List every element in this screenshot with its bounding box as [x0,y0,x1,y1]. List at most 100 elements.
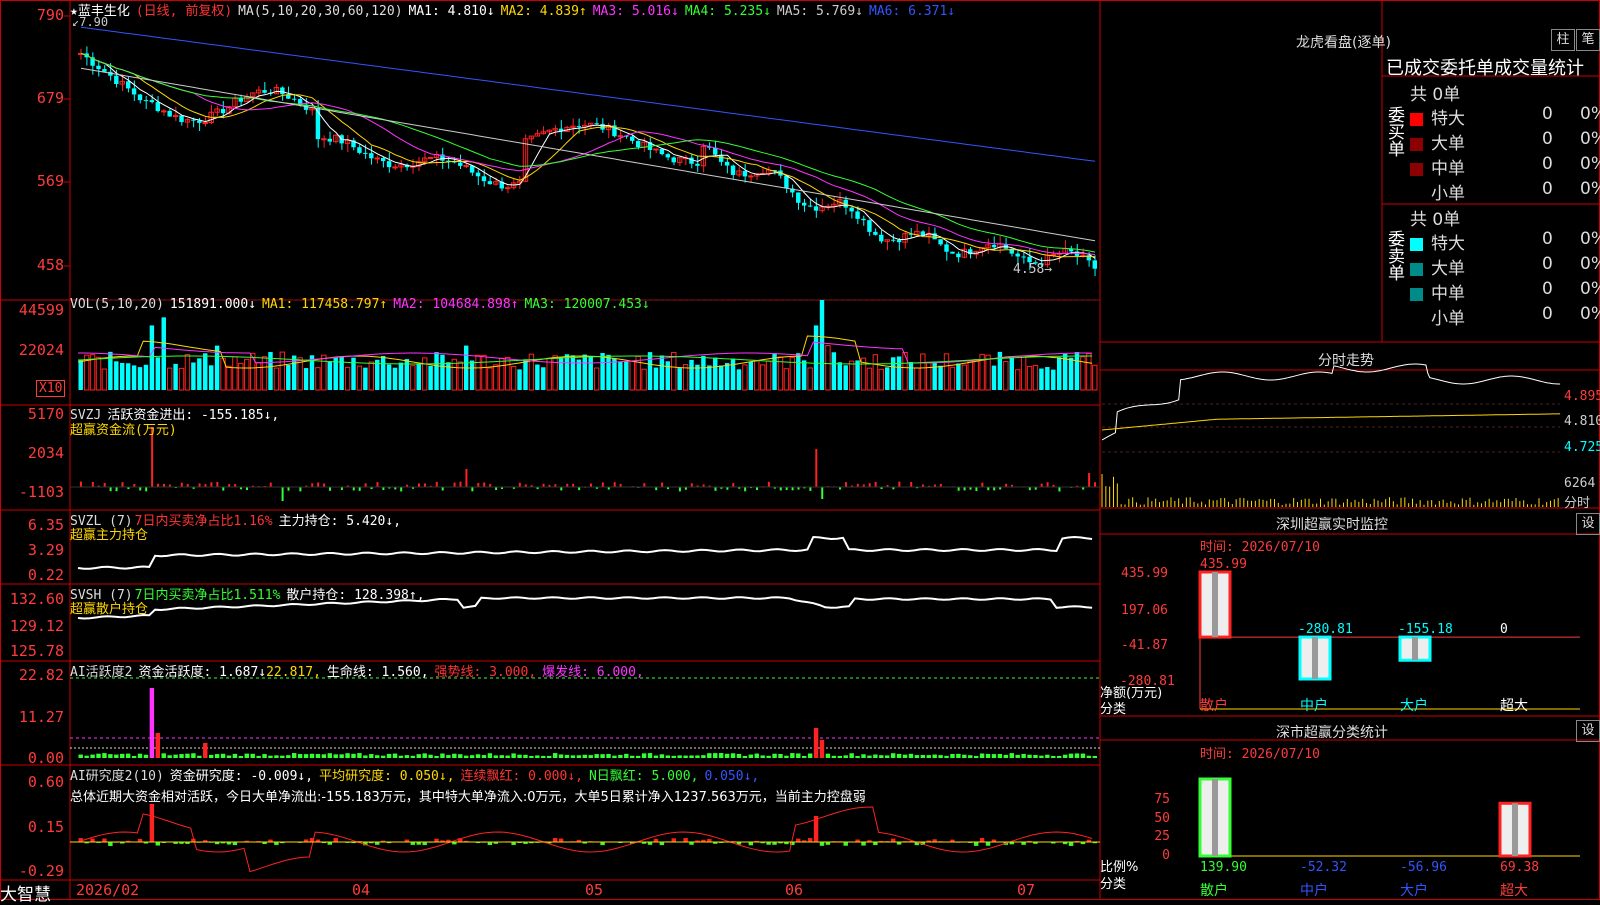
bar-mode-button[interactable]: 柱 [1551,29,1575,51]
research-bar [90,839,94,842]
activity-bar [132,756,136,758]
svzj-tick-1: 5170 [0,405,64,423]
ma-line-5 [81,53,1095,260]
activity-bar [500,755,504,758]
candle-down [879,235,883,242]
ai2-t4: N日飘红: 5.000, [589,769,698,784]
activity-bar [156,733,160,758]
activity-bar [120,754,124,758]
vol-bar-down [434,352,438,390]
lhb-tabs[interactable]: 已成交委托单成交量统计 [1386,54,1584,80]
candle-down [666,154,670,157]
activity-bar [683,756,687,758]
sz-monitor-settings-button[interactable]: 设 [1576,513,1600,535]
fenshi-title: 分时走势 [1318,350,1374,370]
svsh-tick-2: 129.12 [0,617,64,635]
candle-down [280,88,284,95]
buy-row-3: 小单00% [1410,179,1600,204]
class-value-大户: -56.96 [1400,860,1447,875]
candle-down [660,149,664,154]
activity-bar [357,753,361,758]
class-category-散户: 散户 [1200,882,1228,899]
ai2-summary: 总体近期大资金相对活跃，今日大单净流出:-155.183万元，其中特大单净流入:… [70,786,866,805]
activity-bar [672,756,676,758]
candle-up [618,136,622,137]
period-label[interactable]: (日线, 前复权) [136,4,232,19]
vol-bar-down [381,356,385,390]
activity-bar [179,754,183,758]
activity-bar [464,756,468,758]
sz-class-settings-button[interactable]: 设 [1576,720,1600,742]
activity-bar [126,754,130,758]
candle-down [262,90,266,93]
vol-bar-up [1087,354,1091,390]
activity-bar [1039,756,1043,758]
activity-bar [440,754,444,758]
vol-bar-up [873,355,877,390]
ai1-t5: 爆发线: 6.000, [542,665,644,680]
vol-bar-up [239,363,243,390]
vol-bar-down [844,365,848,390]
sz-monitor-tick-3: -41.87 [1120,638,1168,653]
ai1-tick-2: 11.27 [0,708,64,726]
activity-bar [648,753,652,758]
vol-bar-up [256,363,260,390]
vol-bar-up [962,365,966,390]
sz-class-tick-2: 50 [1150,811,1170,826]
activity-bar [719,753,723,758]
monitor-category-大户: 大户 [1400,697,1428,714]
research-bar [820,842,824,846]
vol-bar-down [523,359,527,390]
tick-mode-button[interactable]: 笔 [1576,29,1600,51]
activity-bar [654,756,658,758]
vol-bar-down [719,366,723,390]
candle-down [221,109,225,113]
vol-bar-down [932,361,936,390]
candle-down [357,147,361,153]
activity-bar [517,755,521,758]
xaxis-label-3: 05 [585,881,603,899]
activity-bar [606,754,610,758]
xaxis-label-4: 06 [785,881,803,899]
vol-bar-up [1033,366,1037,390]
monitor-value-超大: 0 [1500,622,1508,637]
research-bar [808,838,812,842]
ai1-header: AI活跃度2资金活跃度: 1.687↓22.817,生命线: 1.560,强势线… [70,661,650,680]
vol-bar-down [132,365,136,390]
vol-bar-up [179,368,183,390]
vol-label: VOL(5,10,20) [70,297,164,312]
sz-monitor-xlabel: 分类 [1100,698,1126,717]
activity-bar [885,755,889,758]
candle-down [695,164,699,166]
candle-down [802,203,806,206]
class-bar-shade-超大 [1512,803,1518,856]
activity-bar [594,754,598,758]
vol-bar-down [832,352,836,390]
vol-bar-down [286,365,290,390]
vol-bar-up [262,357,266,390]
vol-bar-up [927,363,931,390]
activity-bar [1057,756,1061,758]
vol-bar-up [921,354,925,390]
activity-bar [541,756,545,758]
activity-bar [861,754,865,758]
activity-bar [571,755,575,758]
research-bar [156,842,160,846]
class-value-散户: 139.90 [1200,860,1247,875]
svzj-tick-2: 2034 [0,444,64,462]
activity-bar [167,755,171,758]
monitor-category-散户: 散户 [1200,697,1228,714]
activity-bar [162,753,166,758]
activity-bar [339,754,343,758]
monitor-value-中户: -280.81 [1298,622,1353,637]
vol-bar-down [1039,369,1043,390]
candle-down [239,98,243,101]
activity-bar [666,755,670,758]
vol-tick-2: 22024 [0,341,64,359]
sz-monitor-title: 深圳超赢实时监控 [1276,514,1388,534]
candle-down [594,123,598,124]
vol-header: VOL(5,10,20)151891.000↓MA1: 117458.797↑M… [70,297,656,312]
candle-down [891,240,895,241]
activity-bar [434,756,438,758]
activity-bar [743,756,747,758]
